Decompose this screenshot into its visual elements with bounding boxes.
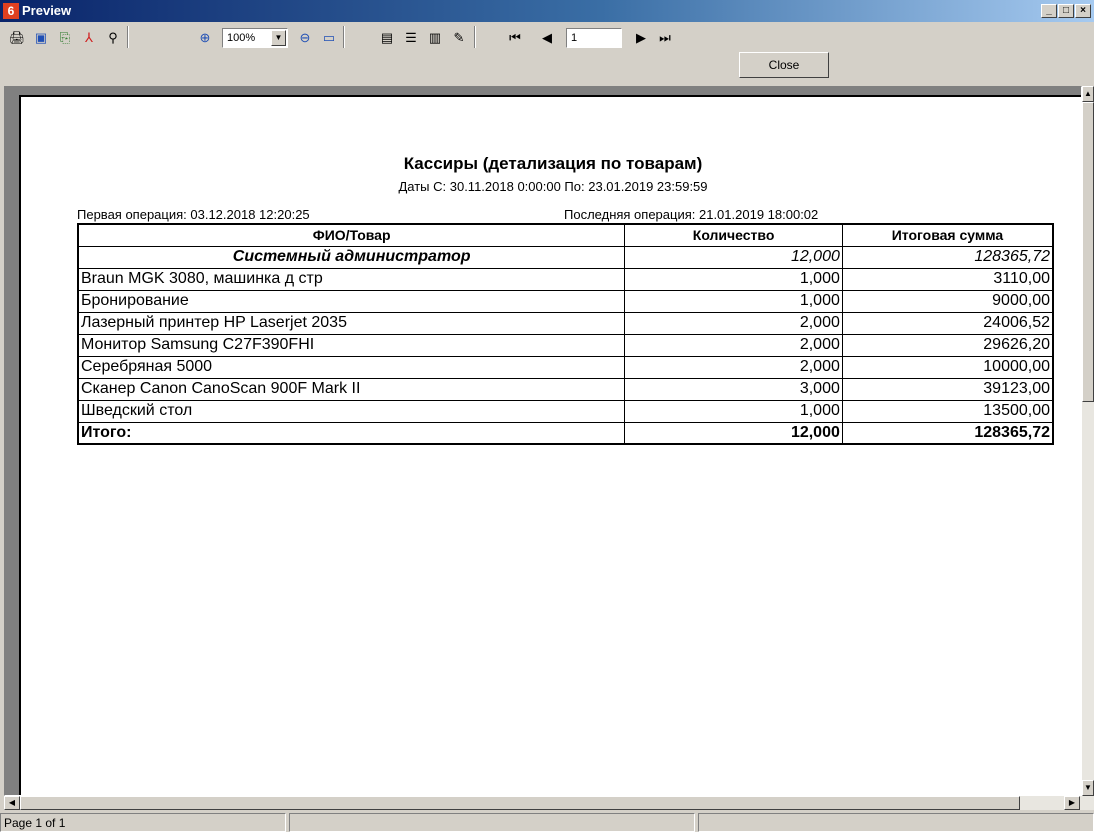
table-row: Монитор Samsung C27F390FHI 2,000 29626,2… [77,333,1054,357]
item-qty: 1,000 [624,289,843,313]
group-sum: 128365,72 [841,245,1054,269]
pdf-icon[interactable]: ⅄ [80,28,98,46]
outline-icon[interactable]: ☰ [402,28,420,46]
preview-area[interactable]: Кассиры (детализация по товарам) Даты С:… [4,86,1082,796]
item-qty: 2,000 [624,311,843,335]
column-header: ФИО/Товар [77,223,626,247]
first-page-icon[interactable]: ⏮ [506,28,524,46]
minimize-button[interactable]: _ [1041,4,1057,18]
total-label: Итого: [77,421,626,445]
item-name: Бронирование [77,289,626,313]
horizontal-scrollbar[interactable]: ◀ ▶ [4,796,1082,810]
horizontal-scroll-thumb[interactable] [20,796,1020,810]
toolbar-separator [127,26,129,48]
item-qty: 1,000 [624,267,843,291]
zoom-value: 100% [227,32,256,44]
report-dates: Даты С: 30.11.2018 0:00:00 По: 23.01.201… [398,179,708,194]
scroll-down-icon[interactable]: ▼ [1082,780,1094,796]
maximize-button[interactable]: □ [1058,4,1074,18]
item-sum: 10000,00 [841,355,1054,379]
book-icon[interactable]: ▥ [426,28,444,46]
last-operation: Последняя операция: 21.01.2019 18:00:02 [564,207,819,222]
group-name: Системный администратор [77,245,626,269]
table-row: Бронирование 1,000 9000,00 [77,289,1054,313]
item-sum: 39123,00 [841,377,1054,401]
zoom-select[interactable]: 100% ▼ [222,28,288,48]
vertical-scrollbar[interactable]: ▲ ▼ [1082,86,1094,810]
item-sum: 24006,52 [841,311,1054,335]
first-operation: Первая операция: 03.12.2018 12:20:25 [77,207,310,222]
item-qty: 2,000 [624,355,843,379]
item-name: Шведский стол [77,399,626,423]
table-row: Серебряная 5000 2,000 10000,00 [77,355,1054,379]
status-bar: Page 1 of 1 [0,812,1094,832]
column-header: Количество [624,223,843,247]
title-bar[interactable]: 6 Preview _ □ × [0,0,1094,22]
print-icon[interactable]: 🖨 [8,28,26,46]
save-icon[interactable]: ▣ [32,28,50,46]
table-row: Braun MGK 3080, машинка д стр 1,000 3110… [77,267,1054,291]
scroll-right-icon[interactable]: ▶ [1064,796,1080,810]
find-icon[interactable]: ⚲ [104,28,122,46]
status-panel [698,813,1094,832]
item-qty: 2,000 [624,333,843,357]
status-panel [289,813,695,832]
item-sum: 3110,00 [841,267,1054,291]
report-table: ФИО/Товар Количество Итоговая сумма Сист… [77,223,1054,445]
group-qty: 12,000 [624,245,843,269]
toolbar-separator [343,26,345,48]
item-qty: 1,000 [624,399,843,423]
item-sum: 29626,20 [841,333,1054,357]
item-name: Braun MGK 3080, машинка д стр [77,267,626,291]
window-title: Preview [22,3,72,18]
scroll-left-icon[interactable]: ◀ [4,796,20,810]
total-qty: 12,000 [624,421,843,445]
item-name: Лазерный принтер HP Laserjet 2035 [77,311,626,335]
table-row: Сканер Canon CanoScan 900F Mark II 3,000… [77,377,1054,401]
total-row: Итого: 12,000 128365,72 [77,421,1054,445]
report-page: Кассиры (детализация по товарам) Даты С:… [19,95,1081,795]
item-name: Серебряная 5000 [77,355,626,379]
item-name: Сканер Canon CanoScan 900F Mark II [77,377,626,401]
item-sum: 13500,00 [841,399,1054,423]
export-icon[interactable]: ⎘ [56,28,74,46]
toolbar-separator [474,26,476,48]
zoom-out-icon[interactable]: ⊖ [296,28,314,46]
prev-page-icon[interactable]: ◀ [538,28,556,46]
report-title: Кассиры (детализация по товарам) [403,154,703,173]
preview-window: 6 Preview _ □ × 🖨 ▣ ⎘ ⅄ ⚲ ⊕ 100% ▼ ⊖ ▭ ▤… [0,0,1094,832]
page-setup-icon[interactable]: ▤ [378,28,396,46]
page-info: Page 1 of 1 [0,813,286,832]
close-window-button[interactable]: × [1075,4,1091,18]
edit-icon[interactable]: ✎ [450,28,468,46]
next-page-icon[interactable]: ▶ [632,28,650,46]
vertical-scroll-thumb[interactable] [1082,102,1094,402]
table-header: ФИО/Товар Количество Итоговая сумма [77,223,1054,247]
chevron-down-icon[interactable]: ▼ [271,30,286,46]
item-qty: 3,000 [624,377,843,401]
zoom-in-icon[interactable]: ⊕ [196,28,214,46]
close-button[interactable]: Close [739,52,829,78]
scroll-up-icon[interactable]: ▲ [1082,86,1094,102]
last-page-icon[interactable]: ⏭ [656,28,674,46]
total-sum: 128365,72 [841,421,1054,445]
table-row: Лазерный принтер HP Laserjet 2035 2,000 … [77,311,1054,335]
page-number-input[interactable]: 1 [566,28,622,48]
app-icon: 6 [3,3,19,19]
table-row: Шведский стол 1,000 13500,00 [77,399,1054,423]
column-header: Итоговая сумма [841,223,1054,247]
item-sum: 9000,00 [841,289,1054,313]
fit-page-icon[interactable]: ▭ [320,28,338,46]
item-name: Монитор Samsung C27F390FHI [77,333,626,357]
group-row: Системный администратор 12,000 128365,72 [77,245,1054,269]
